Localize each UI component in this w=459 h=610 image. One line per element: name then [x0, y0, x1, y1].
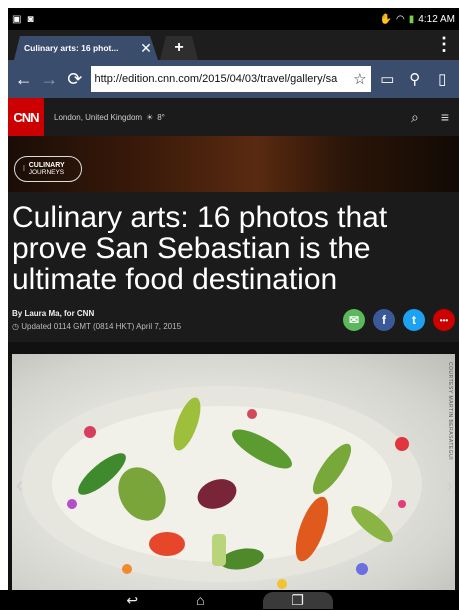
hamburger-menu-icon[interactable]: ≡: [441, 109, 449, 126]
tab-active[interactable]: Culinary arts: 16 phot... ✕: [14, 36, 158, 60]
close-icon[interactable]: ✕: [134, 40, 158, 57]
system-back-icon[interactable]: ↩: [126, 592, 138, 609]
share-buttons: ✉ f t •••: [343, 309, 455, 331]
forward-arrow-icon[interactable]: →: [40, 69, 60, 90]
system-recents-icon[interactable]: ❐: [262, 591, 333, 609]
wifi-icon: ◠: [396, 13, 405, 25]
utensil-icon: ⫶: [23, 165, 25, 173]
photo-icon: ◙: [27, 13, 34, 25]
cnn-logo[interactable]: CNN: [8, 98, 44, 136]
location-text: London, United Kingdom: [54, 112, 143, 122]
updated-text: Updated 0114 GMT (0814 HKT) April 7, 201…: [21, 322, 182, 331]
search-icon[interactable]: ⚲: [404, 70, 425, 88]
cnn-search-icon[interactable]: ⌕: [411, 109, 419, 126]
article-header: Culinary arts: 16 photos that prove San …: [8, 192, 459, 342]
food-dish-illustration: [22, 386, 422, 589]
location-weather: London, United Kingdom ☀ 8°: [54, 113, 165, 122]
battery-icon: ▮: [408, 13, 415, 25]
article-updated: ◷ Updated 0114 GMT (0814 HKT) April 7, 2…: [12, 322, 181, 331]
facebook-share-icon[interactable]: f: [373, 309, 395, 331]
star-icon[interactable]: ☆: [353, 70, 366, 88]
cnn-header: CNN London, United Kingdom ☀ 8° ⌕ ≡: [8, 98, 459, 136]
article-headline: Culinary arts: 16 photos that prove San …: [12, 201, 388, 296]
badge-line1: CULINARY: [28, 161, 65, 169]
more-share-icon[interactable]: •••: [433, 309, 455, 331]
tab-strip: Culinary arts: 16 phot... ✕ + ⋮: [8, 30, 459, 60]
sun-icon: ☀: [146, 112, 154, 122]
system-home-icon[interactable]: ⌂: [196, 592, 204, 608]
wrench-icon: ✋: [379, 13, 393, 25]
back-arrow-icon[interactable]: ←: [14, 69, 34, 90]
photo-gallery: COURTESY MARTIN BERASATEGUI ‹ ›: [8, 342, 459, 590]
culinary-journeys-badge[interactable]: ⫶ CULINARY JOURNEYS: [14, 156, 82, 182]
android-navigation-bar: ↩ ⌂ ❐: [0, 590, 459, 610]
browser-toolbar: ← → ⟳ http://edition.cnn.com/2015/04/03/…: [8, 60, 459, 98]
hero-banner: ⫶ CULINARY JOURNEYS: [8, 136, 459, 192]
article-byline: By Laura Ma, for CNN: [12, 309, 95, 318]
clock-icon: ◷: [12, 322, 19, 331]
photo-credit: COURTESY MARTIN BERASATEGUI: [447, 362, 453, 461]
url-text: http://edition.cnn.com/2015/04/03/travel…: [94, 73, 338, 85]
temperature: 8°: [157, 112, 165, 122]
tab-title: Culinary arts: 16 phot...: [24, 43, 119, 53]
status-time: 4:12 AM: [418, 13, 455, 25]
reader-mode-icon[interactable]: ▭: [377, 70, 398, 88]
badge-line2: JOURNEYS: [28, 168, 65, 176]
status-bar: ▣ ◙ ✋ ◠ ▮ 4:12 AM: [8, 8, 459, 30]
url-input[interactable]: http://edition.cnn.com/2015/04/03/travel…: [90, 66, 371, 92]
gallery-prev-icon[interactable]: ‹: [16, 472, 23, 498]
twitter-share-icon[interactable]: t: [403, 309, 425, 331]
overflow-menu-icon[interactable]: ⋮: [435, 34, 453, 55]
gallery-next-icon[interactable]: ›: [446, 472, 453, 498]
email-share-icon[interactable]: ✉: [343, 309, 365, 331]
new-tab-button[interactable]: +: [160, 36, 198, 60]
reload-icon[interactable]: ⟳: [65, 69, 85, 90]
gallery-photo[interactable]: COURTESY MARTIN BERASATEGUI: [12, 354, 455, 590]
bookmark-icon[interactable]: ▯: [432, 70, 453, 88]
image-icon: ▣: [12, 13, 22, 25]
